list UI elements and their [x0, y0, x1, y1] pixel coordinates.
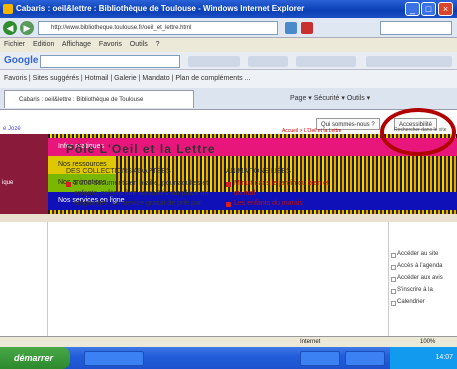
quick-link[interactable]: Accéder au site: [397, 251, 438, 257]
system-tray: 14:07: [390, 347, 457, 369]
google-search-input[interactable]: [40, 55, 180, 68]
page-title: Pôle L'Oeil et la Lettre: [66, 142, 216, 156]
window-title: Cabaris : oeil&lettre : Bibliothèque de …: [16, 4, 305, 13]
collections-text-line: 2 200 documents en braille, pour adultes…: [74, 180, 209, 187]
toolbar-button[interactable]: [366, 56, 452, 67]
quick-launch[interactable]: [84, 351, 144, 366]
bullet-icon: [226, 202, 231, 207]
minimize-button[interactable]: _: [405, 2, 420, 16]
status-bar: Internet 100%: [0, 336, 457, 347]
menu-bar[interactable]: Fichier Edition Affichage Favoris Outils…: [0, 38, 457, 52]
url-input[interactable]: http://www.bibliotheque.toulouse.fr/oeil…: [38, 21, 278, 35]
collections-text-line: empruntés. Un service gratuit de prêt pa…: [74, 200, 202, 207]
quick-link[interactable]: Accéder aux avis: [397, 275, 443, 281]
ie-logo-icon: [3, 4, 13, 14]
link-icon: [391, 253, 396, 258]
forward-button[interactable]: ▶: [20, 21, 34, 35]
search-input[interactable]: [380, 21, 452, 35]
right-column: [388, 222, 457, 347]
main-column: [52, 222, 382, 347]
animation-link[interactable]: Les enfants du marais: [234, 199, 303, 209]
link-icon: [391, 289, 396, 294]
animation-link[interactable]: du mal: [234, 189, 255, 199]
toolbar-button[interactable]: [296, 56, 356, 67]
animation-link[interactable]: Minuit dans le jardin du bien et: [234, 179, 329, 189]
collections-text-line: enfants, prêtent être consultés sur plac…: [74, 190, 209, 197]
command-bar[interactable]: Page ▾ Sécurité ▾ Outils ▾: [290, 92, 452, 106]
toolbar-button[interactable]: [188, 56, 240, 67]
google-logo: Google: [4, 55, 39, 66]
link-icon: [391, 277, 396, 282]
left-column: [0, 222, 48, 347]
window-title-bar: Cabaris : oeil&lettre : Bibliothèque de …: [0, 0, 457, 18]
link-icon: [391, 301, 396, 306]
favorites-bar[interactable]: Favoris | Sites suggérés | Hotmail | Gal…: [0, 70, 457, 88]
banner-left-panel: [0, 134, 48, 214]
animations-heading: ANIMATIONS LIÉES: [226, 168, 291, 175]
bullet-icon: [226, 182, 231, 187]
stop-icon[interactable]: [301, 22, 313, 34]
collections-heading: DES COLLECTIONS ADAPTÉES: [66, 168, 171, 175]
breadcrumb[interactable]: Accueil > L'Oeil et la Lettre: [282, 128, 341, 134]
taskbar-app[interactable]: [345, 351, 385, 366]
quick-link[interactable]: Accès à l'agenda: [397, 263, 443, 269]
toolbar-button[interactable]: [248, 56, 288, 67]
clock: 14:07: [435, 354, 453, 361]
refresh-icon[interactable]: [285, 22, 297, 34]
maximize-button[interactable]: □: [421, 2, 436, 16]
left-column-title: e Jozé: [3, 126, 21, 132]
content-separator: [0, 214, 457, 222]
close-button[interactable]: ×: [438, 2, 453, 16]
highlight-circle: [380, 108, 456, 156]
link-icon: [391, 265, 396, 270]
quick-link[interactable]: S'inscrire à la: [397, 287, 433, 293]
start-button[interactable]: démarrer: [0, 347, 70, 369]
browser-tab[interactable]: Cabaris : oeil&lettre : Bibliothèque de …: [4, 90, 194, 108]
bullet-icon: [66, 182, 71, 187]
taskbar-app[interactable]: [300, 351, 340, 366]
back-button[interactable]: ◀: [3, 21, 17, 35]
banner-left-text: ique: [2, 180, 14, 186]
quick-link[interactable]: Calendrier: [397, 299, 425, 305]
